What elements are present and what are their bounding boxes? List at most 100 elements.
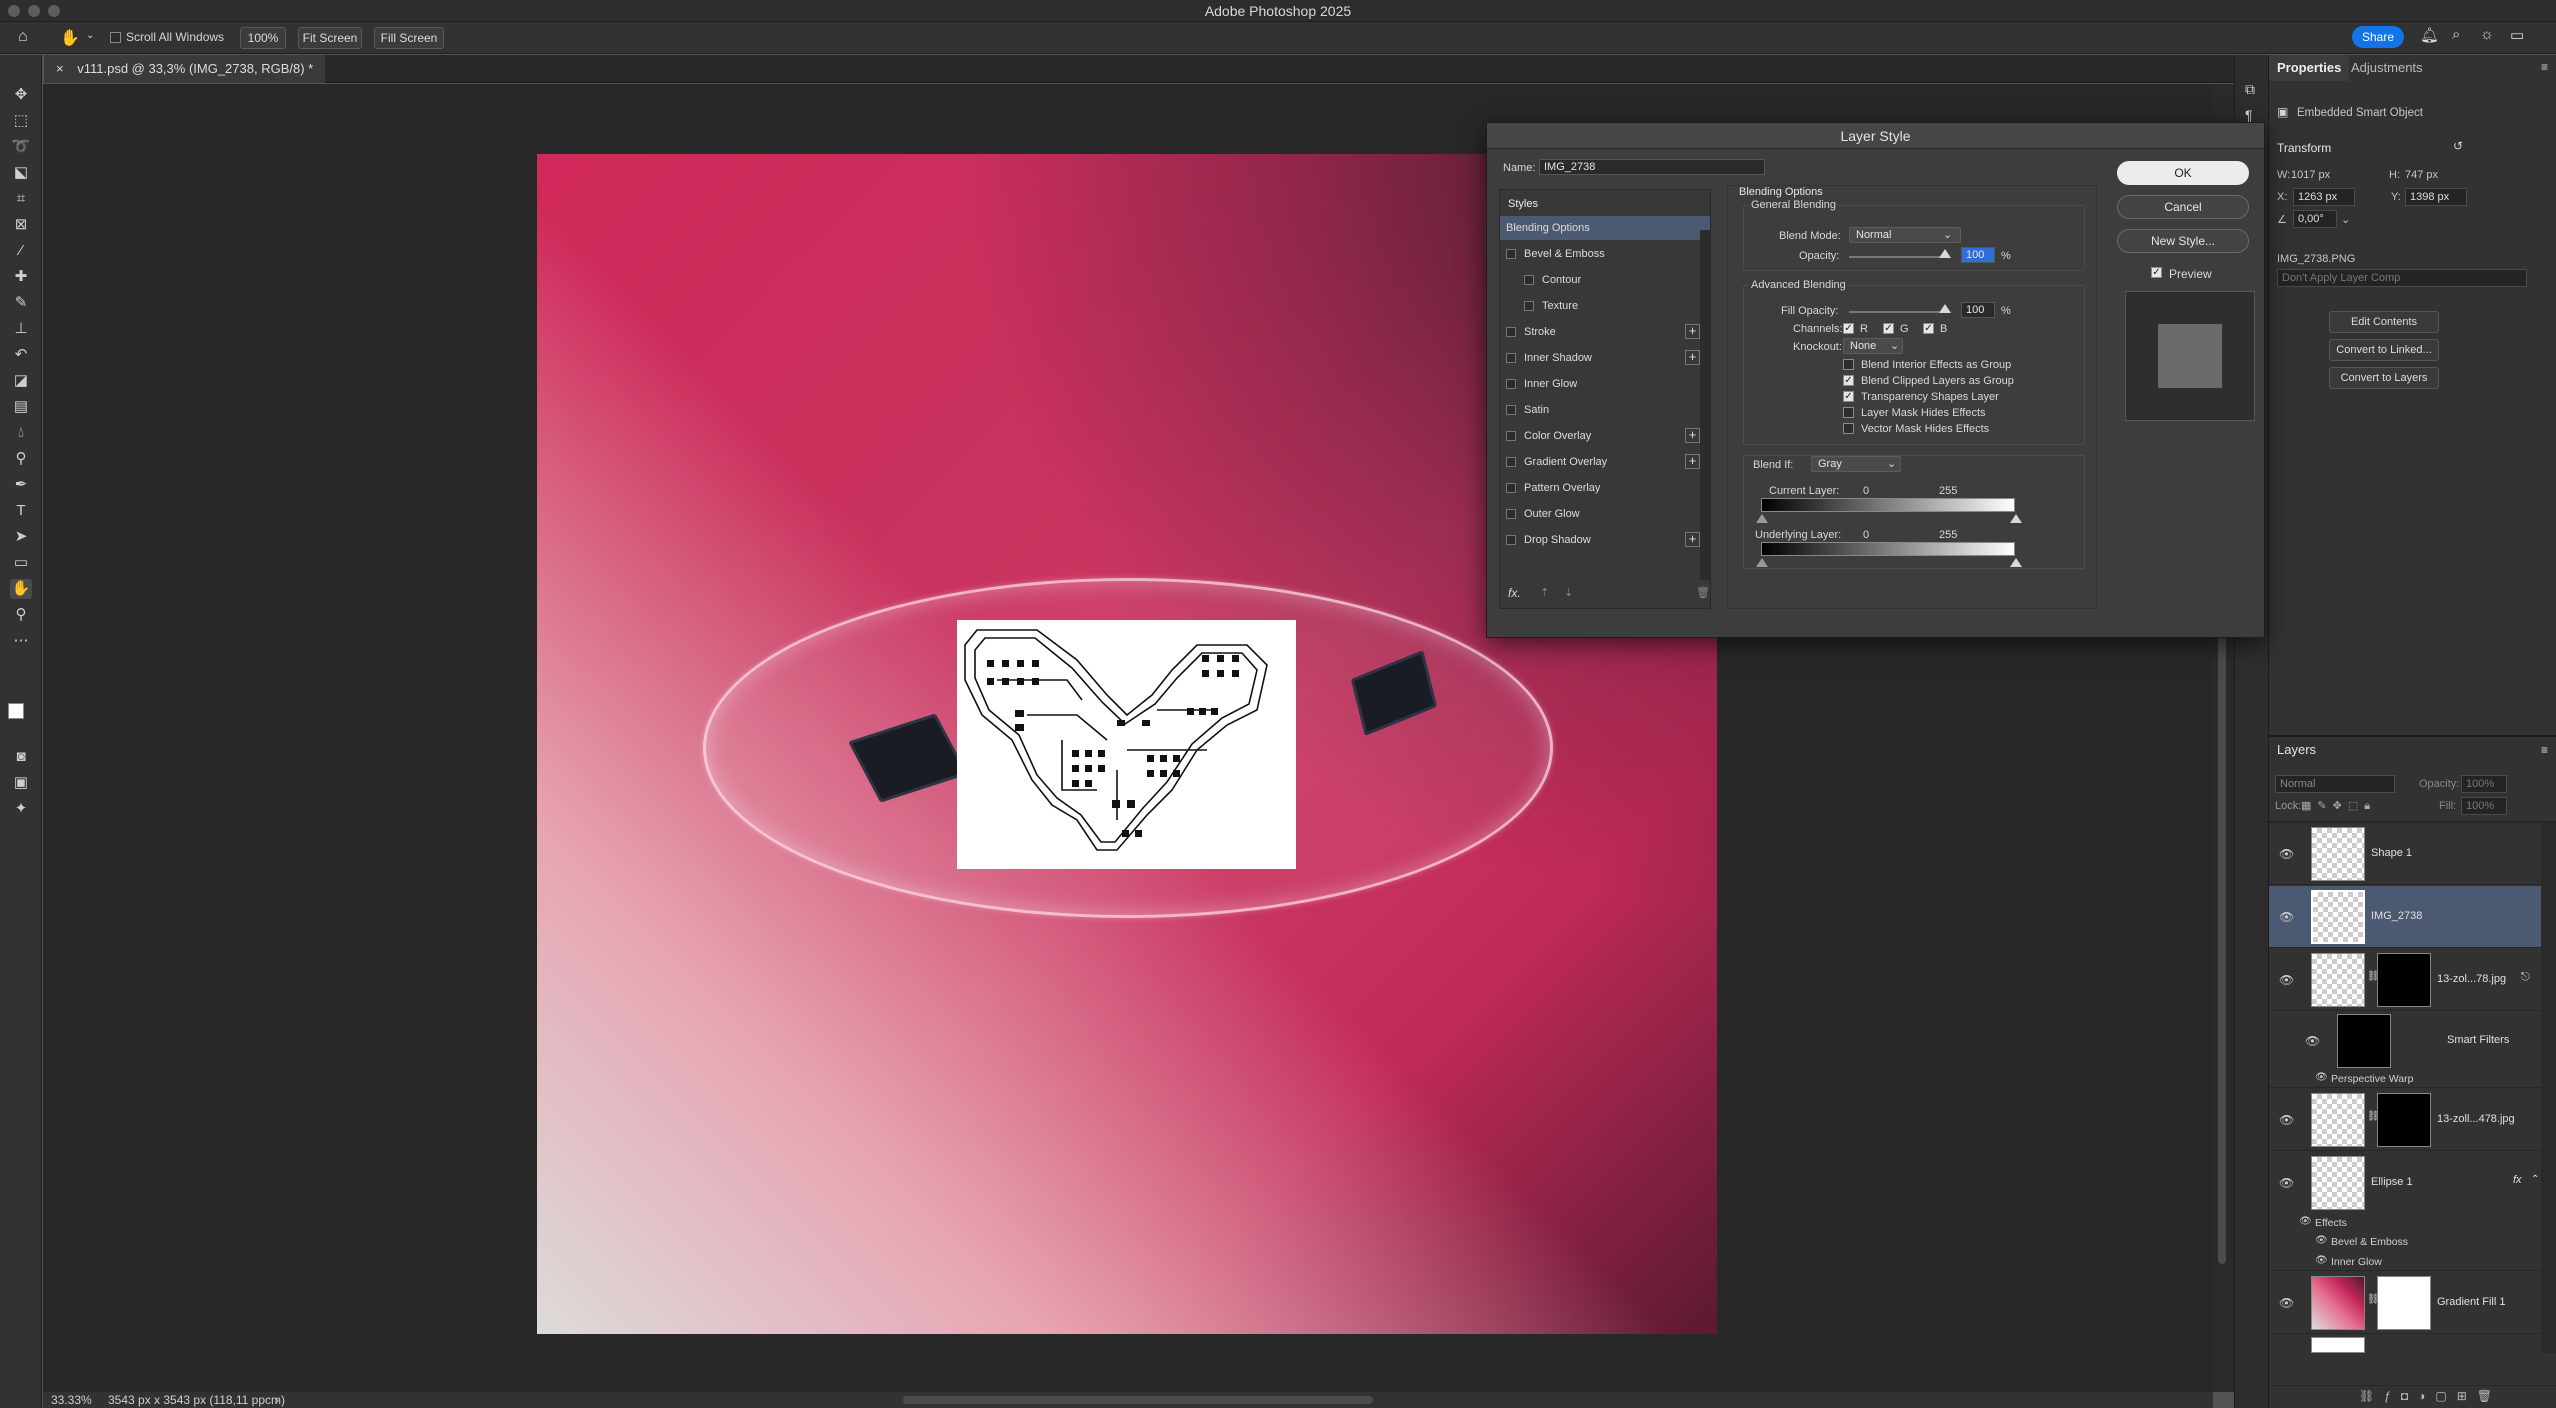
- smart-filter-icon[interactable]: ⎋: [2521, 971, 2530, 984]
- layers-tab[interactable]: Layers: [2277, 742, 2316, 757]
- new-style-button[interactable]: New Style...: [2117, 229, 2249, 253]
- lasso-tool-icon[interactable]: ➰: [10, 137, 32, 157]
- brush-tool-icon[interactable]: ✎: [10, 293, 32, 313]
- add-effect-icon[interactable]: +: [1685, 532, 1700, 547]
- lightbulb-icon[interactable]: ☼: [2480, 26, 2494, 43]
- fill-opacity-field[interactable]: 100: [1961, 302, 1995, 318]
- horizontal-scroll-thumb[interactable]: [903, 1396, 1373, 1404]
- x-field[interactable]: 1263 px: [2293, 188, 2355, 206]
- layer-row-gradient-fill-1[interactable]: 👁︎ ⛓ Gradient Fill 1: [2269, 1272, 2541, 1334]
- smart-filters-row[interactable]: 👁︎ Smart Filters: [2269, 1012, 2541, 1070]
- style-checkbox[interactable]: [1506, 327, 1516, 337]
- styles-header[interactable]: Styles: [1508, 198, 1538, 210]
- fx-badge[interactable]: fx: [2513, 1174, 2522, 1186]
- advanced-option-checkbox[interactable]: ✓: [1843, 375, 1854, 386]
- y-field[interactable]: 1398 px: [2405, 188, 2467, 206]
- channel-r-checkbox[interactable]: ✓: [1843, 323, 1854, 334]
- channel-g-checkbox[interactable]: ✓: [1883, 323, 1894, 334]
- layer-row-img-2738[interactable]: 👁︎ IMG_2738: [2269, 886, 2541, 948]
- layer-name-field[interactable]: IMG_2738: [1539, 159, 1765, 175]
- hand-tool-icon[interactable]: ✋: [60, 28, 80, 48]
- style-item[interactable]: Inner Glow: [1500, 372, 1700, 396]
- convert-to-linked-button[interactable]: Convert to Linked...: [2329, 339, 2439, 361]
- layer-blend-mode-select[interactable]: Normal: [2275, 775, 2395, 793]
- layers-footer-icons[interactable]: ⛓ƒ◘◑▢⊞🗑︎: [2359, 1389, 2502, 1403]
- style-checkbox[interactable]: [1506, 431, 1516, 441]
- search-icon[interactable]: ⌕: [2452, 26, 2460, 43]
- zoom-100-button[interactable]: 100%: [240, 27, 286, 49]
- blur-tool-icon[interactable]: 💧︎: [10, 423, 32, 443]
- ok-button[interactable]: OK: [2117, 161, 2249, 185]
- hand-tool-icon[interactable]: ✋: [10, 579, 32, 599]
- angle-field[interactable]: 0,00°: [2293, 210, 2337, 228]
- home-icon[interactable]: ⌂: [18, 28, 28, 46]
- style-item[interactable]: Drop Shadow +: [1500, 528, 1700, 552]
- style-item[interactable]: Pattern Overlay: [1500, 476, 1700, 500]
- visibility-eye-icon[interactable]: 👁︎: [2279, 910, 2294, 924]
- more-tools-icon[interactable]: ⋯: [10, 631, 32, 651]
- style-item[interactable]: Color Overlay +: [1500, 424, 1700, 448]
- style-item[interactable]: Blending Options: [1500, 216, 1710, 240]
- share-button[interactable]: Share: [2352, 26, 2404, 48]
- height-value[interactable]: 747 px: [2405, 169, 2438, 181]
- style-item[interactable]: Outer Glow: [1500, 502, 1700, 526]
- marquee-tool-icon[interactable]: ⬚: [10, 111, 32, 131]
- visibility-eye-icon[interactable]: 👁︎: [2299, 1216, 2312, 1227]
- advanced-option-checkbox[interactable]: [1843, 359, 1854, 370]
- document-tab[interactable]: × v111.psd @ 33,3% (IMG_2738, RGB/8) *: [44, 55, 326, 83]
- move-tool-icon[interactable]: ✥: [10, 85, 32, 105]
- object-selection-tool-icon[interactable]: ⬕: [10, 163, 32, 183]
- type-tool-icon[interactable]: T: [10, 501, 32, 521]
- dodge-tool-icon[interactable]: ⚲: [10, 449, 32, 469]
- current-layer-ramp[interactable]: [1761, 498, 2015, 512]
- reset-transform-icon[interactable]: ↺: [2453, 139, 2463, 153]
- layer-opacity-field[interactable]: 100%: [2461, 775, 2507, 793]
- layer-comp-select[interactable]: Don't Apply Layer Comp: [2277, 269, 2527, 287]
- visibility-eye-icon[interactable]: 👁︎: [2279, 847, 2294, 861]
- style-item[interactable]: Gradient Overlay +: [1500, 450, 1700, 474]
- opacity-slider-knob[interactable]: [1939, 249, 1951, 258]
- style-checkbox[interactable]: [1506, 535, 1516, 545]
- history-brush-tool-icon[interactable]: ↶: [10, 345, 32, 365]
- style-checkbox[interactable]: [1506, 509, 1516, 519]
- style-checkbox[interactable]: [1506, 457, 1516, 467]
- cancel-button[interactable]: Cancel: [2117, 195, 2249, 219]
- current-layer-black-handle[interactable]: [1756, 514, 1768, 523]
- screen-mode-icon[interactable]: ▣: [10, 773, 32, 793]
- style-item[interactable]: Stroke +: [1500, 320, 1700, 344]
- visibility-eye-icon[interactable]: 👁︎: [2279, 1176, 2294, 1190]
- visibility-eye-icon[interactable]: 👁︎: [2315, 1072, 2328, 1083]
- tab-properties[interactable]: Properties: [2269, 55, 2350, 81]
- layer-mask-thumbnail[interactable]: [2377, 1093, 2431, 1147]
- style-checkbox[interactable]: [1524, 301, 1534, 311]
- effect-row-inner-glow[interactable]: 👁︎ Inner Glow: [2269, 1251, 2541, 1271]
- angle-dropdown-icon[interactable]: ⌄: [2341, 213, 2350, 226]
- visibility-eye-icon[interactable]: 👁︎: [2315, 1255, 2328, 1266]
- chevron-down-icon[interactable]: ⌄: [86, 30, 94, 41]
- effect-row-bevel[interactable]: 👁︎ Bevel & Emboss: [2269, 1232, 2541, 1251]
- channel-b-checkbox[interactable]: ✓: [1923, 323, 1934, 334]
- rectangle-tool-icon[interactable]: ▭: [10, 553, 32, 573]
- visibility-eye-icon[interactable]: 👁︎: [2305, 1034, 2320, 1048]
- add-effect-icon[interactable]: +: [1685, 454, 1700, 469]
- effects-row[interactable]: 👁︎ Effects: [2269, 1214, 2541, 1232]
- style-item[interactable]: Texture: [1500, 294, 1700, 318]
- width-value[interactable]: 1017 px: [2291, 169, 2330, 181]
- fill-opacity-slider-knob[interactable]: [1939, 304, 1951, 313]
- style-item[interactable]: Contour: [1500, 268, 1700, 292]
- frame-tool-icon[interactable]: ⊠: [10, 215, 32, 235]
- tab-adjustments[interactable]: Adjustments: [2343, 55, 2431, 81]
- layer-mask-thumbnail[interactable]: [2377, 1276, 2431, 1330]
- paragraph-panel-icon[interactable]: ¶: [2245, 107, 2253, 123]
- layer-mask-thumbnail[interactable]: [2377, 953, 2431, 1007]
- opacity-field[interactable]: 100: [1961, 247, 1995, 263]
- fill-screen-button[interactable]: Fill Screen: [374, 27, 444, 49]
- fit-screen-button[interactable]: Fit Screen: [298, 27, 362, 49]
- eyedropper-tool-icon[interactable]: ⁄: [10, 241, 32, 261]
- advanced-option-checkbox[interactable]: ✓: [1843, 391, 1854, 402]
- horizontal-scrollbar[interactable]: [43, 1392, 2213, 1408]
- eraser-tool-icon[interactable]: ◪: [10, 371, 32, 391]
- layer-fill-field[interactable]: 100%: [2461, 797, 2507, 815]
- add-effect-icon[interactable]: +: [1685, 324, 1700, 339]
- layer-row-13-zoll-478[interactable]: 👁︎ ⛓ 13-zoll...478.jpg: [2269, 1089, 2541, 1151]
